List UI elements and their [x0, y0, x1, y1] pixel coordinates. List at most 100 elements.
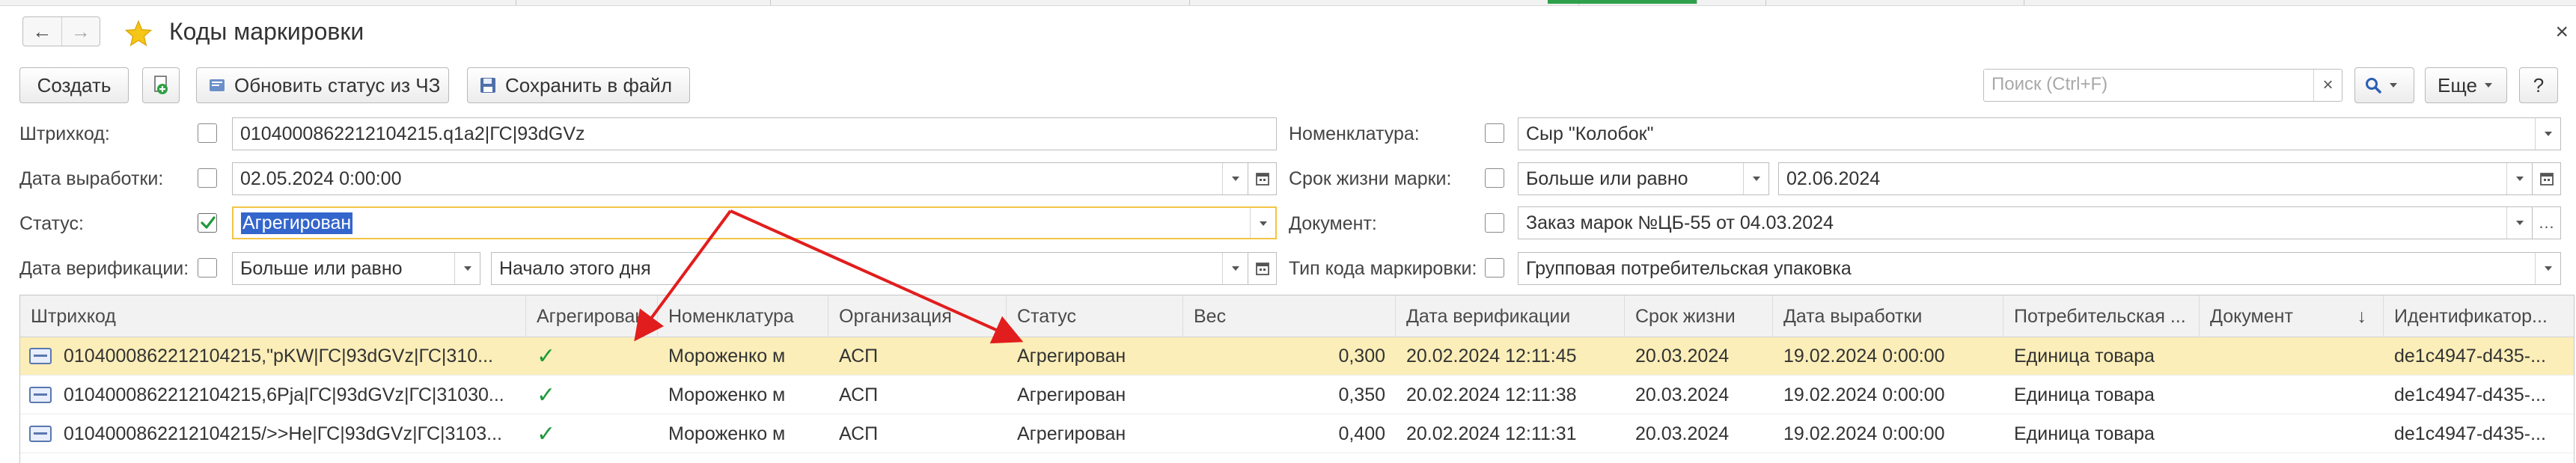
nomenclature-filter-label: Номенклатура:	[1289, 123, 1420, 144]
marking-code-icon	[29, 348, 52, 364]
tab-fragment[interactable]	[516, 0, 771, 5]
floppy-disk-icon	[480, 77, 496, 93]
window-tab-strip	[0, 0, 2576, 6]
code-type-filter-value: Групповая потребительская упаковка	[1526, 257, 1852, 279]
column-header[interactable]: Дата выработки	[1773, 295, 2003, 337]
cell-nomenclature: Мороженко м	[668, 423, 786, 444]
shelf-life-condition-select[interactable]: Больше или равно	[1518, 162, 1769, 195]
chevron-down-icon[interactable]	[2535, 118, 2560, 150]
column-header[interactable]: Потребительская ...	[2003, 295, 2200, 337]
search-input[interactable]	[1984, 70, 2298, 99]
more-menu-button[interactable]: Еще	[2425, 67, 2507, 103]
cell-verification-date: 20.02.2024 12:11:45	[1406, 346, 1577, 367]
copy-button[interactable]	[142, 67, 180, 103]
column-header[interactable]: Документ ↓	[2200, 295, 2384, 337]
cell-status: Агрегирован	[1017, 346, 1126, 367]
barcode-filter-checkbox[interactable]	[198, 123, 217, 143]
verification-condition-select[interactable]: Больше или равно	[232, 252, 480, 285]
barcode-filter-input[interactable]: 0104000862212104215.q1a2|ГС|93dGVz	[232, 117, 1277, 150]
tab-fragment[interactable]	[0, 0, 516, 5]
add-copy-icon	[154, 76, 168, 94]
verification-period-input[interactable]: Начало этого дня	[491, 252, 1248, 285]
column-header[interactable]: Дата верификации	[1396, 295, 1625, 337]
search-field[interactable]: ×	[1983, 69, 2342, 102]
code-type-filter-checkbox[interactable]	[1485, 258, 1504, 278]
chevron-down-icon[interactable]	[1222, 163, 1248, 194]
cell-barcode: 0104000862212104215,6Pja|ГС|93dGVz|ГС|31…	[64, 384, 504, 405]
column-header[interactable]: Номенклатура	[658, 295, 828, 337]
status-filter-input[interactable]: Агрегирован	[232, 206, 1277, 239]
column-header[interactable]: Статус	[1007, 295, 1183, 337]
marking-code-icon	[29, 387, 52, 403]
calendar-icon[interactable]	[2533, 162, 2561, 195]
calendar-icon[interactable]	[1248, 252, 1277, 285]
back-button[interactable]: ←	[23, 17, 61, 46]
help-button[interactable]: ?	[2519, 67, 2558, 103]
sort-arrow-icon: ↓	[2357, 306, 2367, 327]
chevron-down-icon	[2390, 83, 2397, 88]
search-icon	[2366, 78, 2381, 93]
calendar-icon[interactable]	[1248, 162, 1277, 195]
cell-identifier: de1c4947-d435-...	[2394, 346, 2546, 367]
production-date-filter-input[interactable]: 02.05.2024 0:00:00	[232, 162, 1248, 195]
status-filter-checkbox[interactable]	[198, 213, 217, 233]
cell-document	[2200, 337, 2384, 375]
chevron-down-icon[interactable]	[454, 253, 480, 284]
clear-search-icon[interactable]: ×	[2313, 70, 2342, 101]
tab-fragment[interactable]	[1766, 0, 2024, 5]
save-file-button[interactable]: Сохранить в файл	[467, 67, 690, 103]
column-header[interactable]: Срок жизни	[1625, 295, 1773, 337]
cell-production-date: 19.02.2024 0:00:00	[1783, 384, 1945, 405]
chevron-down-icon[interactable]	[2535, 253, 2560, 284]
cell-weight: 0,300	[1338, 346, 1385, 367]
close-icon[interactable]: ×	[2555, 21, 2569, 43]
tab-fragment[interactable]	[771, 0, 1190, 5]
column-header[interactable]: Вес	[1183, 295, 1396, 337]
cell-identifier: de1c4947-d435-...	[2394, 423, 2546, 444]
save-file-label: Сохранить в файл	[505, 73, 673, 96]
shelf-life-condition-value: Больше или равно	[1526, 168, 1688, 189]
document-filter-input[interactable]: Заказ марок №ЦБ-55 от 04.03.2024	[1518, 206, 2533, 239]
chevron-down-icon[interactable]	[1250, 208, 1275, 238]
shelf-life-date-value: 02.06.2024	[1786, 168, 1881, 189]
tab-fragment[interactable]	[1190, 0, 1579, 5]
column-header[interactable]: Агрегирован	[526, 295, 658, 337]
update-status-label: Обновить статус из ЧЗ	[234, 73, 441, 96]
cell-identifier: de1c4947-d435-...	[2394, 384, 2546, 405]
star-icon[interactable]	[124, 19, 153, 48]
update-status-button[interactable]: Обновить статус из ЧЗ	[196, 67, 449, 103]
search-options-button[interactable]	[2354, 67, 2414, 103]
verification-date-filter-checkbox[interactable]	[198, 258, 217, 278]
cell-document	[2200, 376, 2384, 414]
chevron-down-icon[interactable]	[2506, 207, 2532, 239]
nomenclature-filter-checkbox[interactable]	[1485, 123, 1504, 143]
cell-shelf-life: 20.03.2024	[1635, 346, 1730, 367]
shelf-life-date-input[interactable]: 02.06.2024	[1778, 162, 2533, 195]
shelf-life-filter-checkbox[interactable]	[1485, 168, 1504, 188]
table-row[interactable]: 0104000862212104215,"pKW|ГС|93dGVz|ГС|31…	[20, 337, 2574, 375]
cell-status: Агрегирован	[1017, 423, 1126, 444]
chevron-down-icon[interactable]	[1743, 163, 1768, 194]
nomenclature-filter-input[interactable]: Сыр "Колобок"	[1518, 117, 2561, 150]
document-filter-checkbox[interactable]	[1485, 213, 1504, 233]
cell-barcode: 0104000862212104215,"pKW|ГС|93dGVz|ГС|31…	[64, 346, 493, 367]
cell-consumer-packaging: Единица товара	[2014, 423, 2155, 444]
page-title: Коды маркировки	[169, 18, 364, 45]
chevron-down-icon	[2484, 83, 2492, 88]
column-header[interactable]: Штрихкод	[20, 295, 526, 337]
forward-button[interactable]: →	[61, 17, 100, 46]
table-row[interactable]: 0104000862212104215/>>He|ГС|93dGVz|ГС|31…	[20, 415, 2574, 453]
shelf-life-filter-label: Срок жизни марки:	[1289, 168, 1452, 189]
checkmark-icon: ✓	[537, 383, 556, 408]
create-button-label: Создать	[37, 73, 112, 96]
column-header[interactable]: Идентификатор...	[2384, 295, 2574, 337]
open-selection-button[interactable]: …	[2533, 206, 2561, 239]
production-date-filter-checkbox[interactable]	[198, 168, 217, 188]
code-type-filter-input[interactable]: Групповая потребительская упаковка	[1518, 252, 2561, 285]
checkmark-icon	[201, 216, 216, 229]
chevron-down-icon[interactable]	[2506, 163, 2532, 194]
chevron-down-icon[interactable]	[1222, 253, 1248, 284]
create-button[interactable]: Создать	[19, 67, 129, 103]
table-row[interactable]: 0104000862212104215,6Pja|ГС|93dGVz|ГС|31…	[20, 376, 2574, 414]
column-header[interactable]: Организация	[828, 295, 1007, 337]
